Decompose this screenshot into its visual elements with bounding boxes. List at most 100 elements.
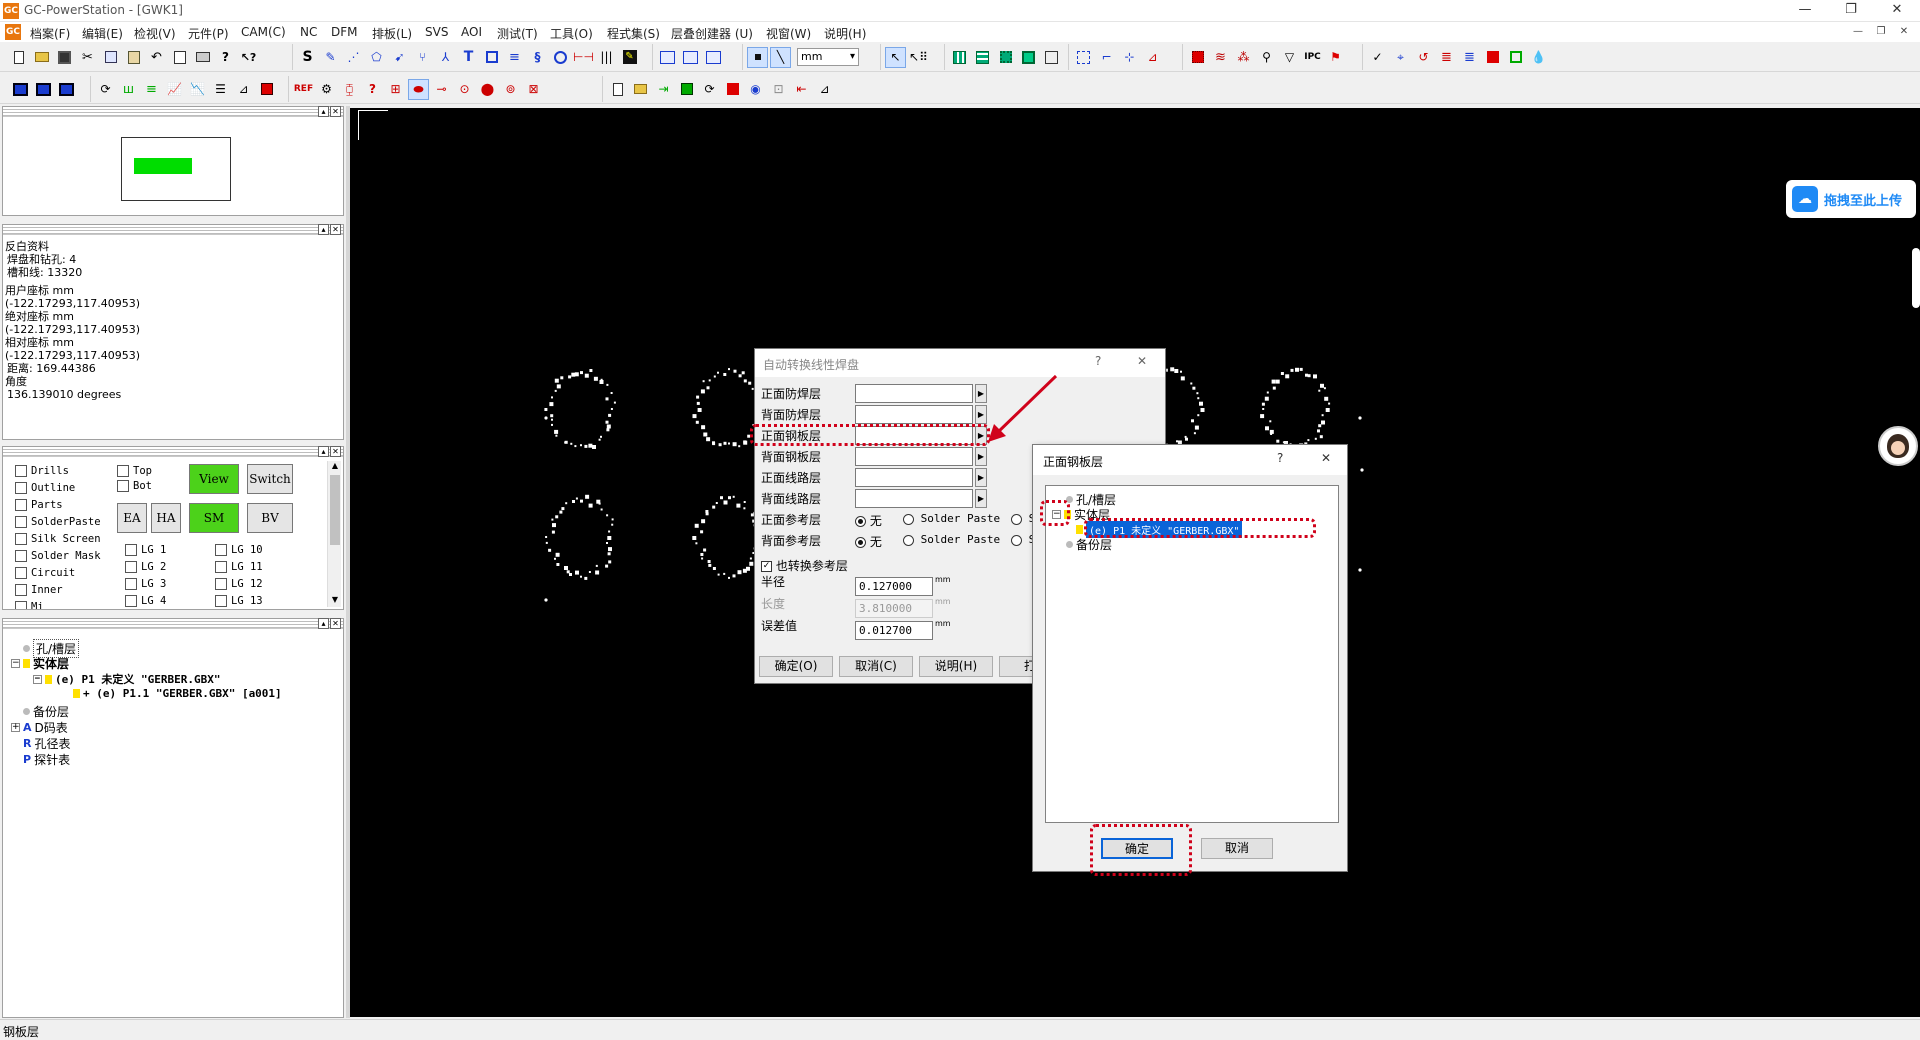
menu-file[interactable]: 档案(F)	[30, 25, 70, 42]
cut-icon[interactable]: ✂	[77, 47, 98, 68]
lines-icon[interactable]: ≡	[504, 47, 525, 68]
layer-dialog-close-button[interactable]: ✕	[1321, 451, 1331, 465]
side-bot-checkbox[interactable]: Bot	[117, 480, 152, 492]
stack-green-icon[interactable]: ≡	[141, 79, 162, 100]
green-square-icon[interactable]	[1505, 47, 1526, 68]
overview-frame[interactable]	[121, 137, 231, 201]
pane-close-icon[interactable]: ✕	[330, 618, 341, 629]
filter-icon[interactable]: ▽	[1279, 47, 1300, 68]
menu-view[interactable]: 检视(V)	[134, 25, 176, 42]
print-icon[interactable]	[192, 47, 213, 68]
pane-close-icon[interactable]: ✕	[330, 106, 341, 117]
menu-stackup[interactable]: 层叠创建器 (U)	[671, 25, 753, 42]
comb-icon[interactable]: ш	[118, 79, 139, 100]
lg2-checkbox[interactable]: LG 2	[125, 561, 166, 573]
crosshair-icon[interactable]: ⊹	[1119, 47, 1140, 68]
tree-dcode[interactable]: + A D码表	[11, 719, 68, 736]
zoom-fit-icon[interactable]	[657, 47, 678, 68]
menu-cam[interactable]: CAM(C)	[241, 25, 286, 39]
ea-button[interactable]: EA	[117, 503, 147, 533]
lg11-checkbox[interactable]: LG 11	[215, 561, 263, 573]
select-net-icon[interactable]: ↖⠿	[908, 47, 929, 68]
menu-dfm[interactable]: DFM	[331, 25, 358, 39]
bracket-icon[interactable]: ⧮	[339, 79, 360, 100]
view-mode-c-icon[interactable]	[56, 79, 77, 100]
layers-red-icon[interactable]: ≣	[1436, 47, 1457, 68]
layer-mi-checkbox[interactable]: Mi	[15, 601, 44, 609]
matrix-icon[interactable]: ⊡	[768, 79, 789, 100]
zoom-window-icon[interactable]	[680, 47, 701, 68]
magic-icon[interactable]: ⁂	[1233, 47, 1254, 68]
globe-icon[interactable]: ◉	[745, 79, 766, 100]
undo-red-icon[interactable]: ↺	[1413, 47, 1434, 68]
help-icon[interactable]: ?	[215, 47, 236, 68]
layer-scrollbar[interactable]: ▲ ▼	[327, 461, 341, 607]
back-stencil-field[interactable]	[855, 447, 973, 466]
bv-button[interactable]: BV	[247, 503, 293, 533]
tree-solid-layer[interactable]: − 实体层	[11, 655, 69, 672]
print-preview-icon[interactable]	[169, 47, 190, 68]
scroll-thumb[interactable]	[330, 475, 340, 545]
scroll-down-icon[interactable]: ▼	[328, 595, 342, 607]
assistant-avatar[interactable]	[1878, 426, 1918, 466]
layer-solderpaste-checkbox[interactable]: SolderPaste	[15, 516, 101, 528]
menu-nc[interactable]: NC	[300, 25, 317, 39]
cancel-button[interactable]: 取消(C)	[839, 656, 913, 677]
red-block-icon[interactable]	[722, 79, 743, 100]
dashed-box-icon[interactable]	[1073, 47, 1094, 68]
open-folder-icon[interactable]	[31, 47, 52, 68]
tree-hole-table[interactable]: R 孔径表	[23, 735, 71, 752]
side-top-checkbox[interactable]: Top	[117, 465, 152, 477]
lg3-checkbox[interactable]: LG 3	[125, 578, 166, 590]
ipc-icon[interactable]: IPC	[1302, 47, 1323, 68]
layer-drills-checkbox[interactable]: Drills	[15, 465, 69, 477]
tolerance-field[interactable]: 0.012700	[855, 621, 933, 640]
menu-window[interactable]: 视窗(W)	[766, 25, 811, 42]
new-file-icon[interactable]	[8, 47, 29, 68]
check-icon[interactable]: ✓	[1367, 47, 1388, 68]
menu-parts[interactable]: 元件(P)	[188, 25, 229, 42]
minimize-button[interactable]: —	[1782, 0, 1828, 22]
grid-a-icon[interactable]	[949, 47, 970, 68]
chip-icon[interactable]	[995, 47, 1016, 68]
scroll-up-icon[interactable]: ▲	[328, 461, 342, 473]
close-button[interactable]: ✕	[1874, 0, 1920, 22]
lg1-checkbox[interactable]: LG 1	[125, 544, 166, 556]
menu-test[interactable]: 测试(T)	[497, 25, 538, 42]
front-ref-none-radio[interactable]: 无	[855, 512, 882, 529]
menu-help[interactable]: 说明(H)	[824, 25, 866, 42]
tree-backup-layer[interactable]: 备份层	[23, 703, 69, 720]
drop-icon[interactable]: 💧	[1528, 47, 1549, 68]
collapse-icon[interactable]: −	[33, 674, 42, 684]
layer-tree-backup[interactable]: 备份层	[1066, 536, 1112, 553]
switch-button[interactable]: Switch	[247, 464, 293, 494]
collapse-icon[interactable]: −	[11, 659, 20, 668]
lg13-checkbox[interactable]: LG 13	[215, 595, 263, 607]
pad-icon[interactable]: ⊞	[385, 79, 406, 100]
save-icon[interactable]	[54, 47, 75, 68]
tune-icon[interactable]: ⚲	[1256, 47, 1277, 68]
polygon-icon[interactable]: ⬠	[366, 47, 387, 68]
via-b-icon[interactable]: ⬤	[477, 79, 498, 100]
inspect-icon[interactable]	[1041, 47, 1062, 68]
menu-panel[interactable]: 排板(L)	[372, 25, 412, 42]
mdi-close-icon[interactable]: ✕	[1894, 24, 1914, 40]
unit-select[interactable]: mm	[797, 48, 859, 66]
s-tool-icon[interactable]: S	[297, 47, 318, 68]
import-icon[interactable]: ⇥	[653, 79, 674, 100]
back-ref-none-radio[interactable]: 无	[855, 533, 882, 550]
front-mask-field[interactable]	[855, 384, 973, 403]
menu-edit[interactable]: 编辑(E)	[82, 25, 123, 42]
layer-dialog-help-button[interactable]: ?	[1277, 451, 1283, 465]
tree-probe-table[interactable]: P 探针表	[23, 751, 70, 768]
pane-close-icon[interactable]: ✕	[330, 446, 341, 457]
plot-icon[interactable]: ⊿	[814, 79, 835, 100]
pad-active-icon[interactable]: ⬬	[408, 78, 429, 100]
grid-b-icon[interactable]	[972, 47, 993, 68]
back-ref-paste-radio[interactable]: Solder Paste	[903, 533, 1000, 546]
pane-min-icon[interactable]: ▴	[318, 618, 329, 629]
pane-min-icon[interactable]: ▴	[318, 224, 329, 235]
side-scroll-handle[interactable]	[1912, 248, 1920, 308]
menu-programs[interactable]: 程式集(S)	[607, 25, 660, 42]
tree-p1[interactable]: − (e) P1 未定义 "GERBER.GBX"	[33, 671, 220, 687]
